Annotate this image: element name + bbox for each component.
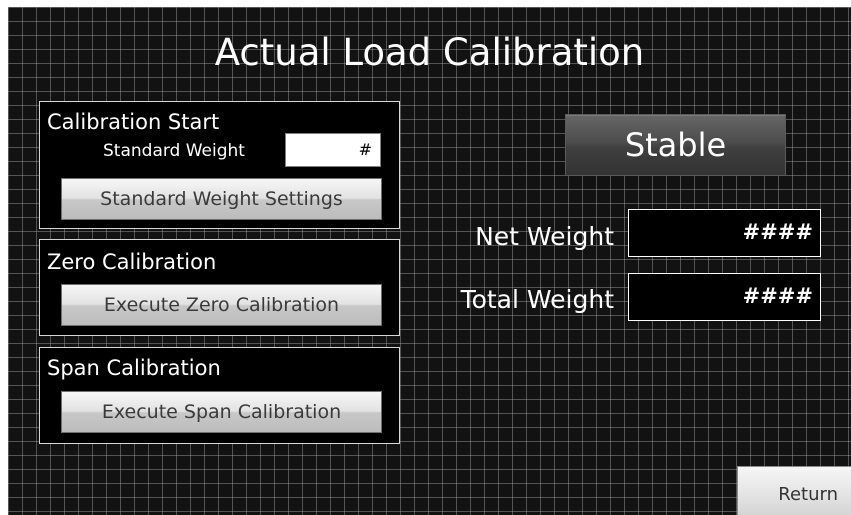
execute-span-calibration-button[interactable]: Execute Span Calibration	[61, 391, 382, 433]
zero-calibration-title: Zero Calibration	[47, 250, 217, 274]
net-weight-display: ####	[628, 209, 821, 257]
calibration-start-title: Calibration Start	[47, 110, 220, 134]
standard-weight-settings-button[interactable]: Standard Weight Settings	[61, 178, 382, 220]
net-weight-label: Net Weight	[475, 222, 614, 251]
hmi-screen: Actual Load Calibration Calibration Star…	[8, 7, 851, 515]
standard-weight-input[interactable]: #	[285, 133, 381, 167]
span-calibration-panel: Span Calibration Execute Span Calibratio…	[39, 347, 400, 444]
total-weight-display: ####	[628, 273, 821, 321]
calibration-start-panel: Calibration Start Standard Weight # Stan…	[39, 101, 400, 229]
return-button[interactable]: Return	[737, 466, 851, 515]
stable-status-indicator: Stable	[565, 114, 786, 176]
zero-calibration-panel: Zero Calibration Execute Zero Calibratio…	[39, 239, 400, 336]
page-title: Actual Load Calibration	[214, 31, 645, 74]
span-calibration-title: Span Calibration	[47, 356, 221, 380]
standard-weight-label: Standard Weight	[103, 141, 245, 161]
execute-zero-calibration-button[interactable]: Execute Zero Calibration	[61, 284, 382, 326]
total-weight-label: Total Weight	[460, 285, 614, 314]
